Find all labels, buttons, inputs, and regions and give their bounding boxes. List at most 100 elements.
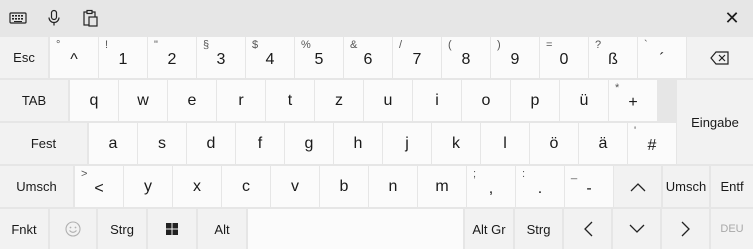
- key-p[interactable]: p: [511, 80, 559, 121]
- key-n[interactable]: n: [369, 166, 417, 207]
- keyboard-layout-icon[interactable]: [6, 6, 30, 30]
- key-label: 2: [167, 50, 177, 68]
- key-shift-left[interactable]: Umsch: [0, 166, 73, 207]
- key-label: q: [89, 91, 99, 109]
- key-1[interactable]: ! 1: [99, 37, 147, 78]
- key-sym[interactable]: ' #: [628, 123, 676, 164]
- key-label: ^: [70, 50, 78, 68]
- key-c[interactable]: c: [222, 166, 270, 207]
- key-h[interactable]: h: [334, 123, 382, 164]
- key-alt[interactable]: Alt: [198, 209, 246, 249]
- key-sym[interactable]: > <: [75, 166, 123, 207]
- backspace-key[interactable]: [687, 37, 753, 78]
- key-a[interactable]: a: [89, 123, 137, 164]
- microphone-icon[interactable]: [42, 6, 66, 30]
- key-sym[interactable]: ö: [530, 123, 578, 164]
- key-sym[interactable]: _ -: [565, 166, 613, 207]
- key-w[interactable]: w: [119, 80, 167, 121]
- emoji-key[interactable]: [50, 209, 96, 249]
- key-caps-lock[interactable]: Fest: [0, 123, 87, 164]
- key-label: Umsch: [16, 179, 57, 194]
- key-sym[interactable]: ? ß: [589, 37, 637, 78]
- key-q[interactable]: q: [70, 80, 118, 121]
- key-label: w: [137, 91, 149, 109]
- key-b[interactable]: b: [320, 166, 368, 207]
- arrow-up-key[interactable]: [614, 166, 661, 207]
- key-label: ö: [549, 134, 559, 152]
- language-key[interactable]: DEU: [711, 209, 753, 249]
- key-u[interactable]: u: [364, 80, 412, 121]
- key-r[interactable]: r: [217, 80, 265, 121]
- key-shift-right[interactable]: Umsch: [663, 166, 709, 207]
- key-s[interactable]: s: [138, 123, 186, 164]
- key-y[interactable]: y: [124, 166, 172, 207]
- key-label: r: [238, 91, 244, 109]
- key-label: e: [187, 91, 197, 109]
- chevron-down-icon: [613, 209, 660, 249]
- close-icon[interactable]: ✕: [720, 6, 744, 30]
- key-sym[interactable]: ü: [560, 80, 608, 121]
- clipboard-icon[interactable]: [78, 6, 102, 30]
- space-bar[interactable]: [248, 209, 463, 249]
- key-7[interactable]: /7: [393, 37, 441, 78]
- key-0[interactable]: = 0: [540, 37, 588, 78]
- keyboard-toolbar: ✕: [0, 0, 753, 36]
- enter-key[interactable]: Eingabe: [677, 80, 753, 164]
- key-v[interactable]: v: [271, 166, 319, 207]
- key-label: Eingabe: [691, 114, 739, 130]
- key-i[interactable]: i: [413, 80, 461, 121]
- key-9[interactable]: ) 9: [491, 37, 539, 78]
- key-o[interactable]: o: [462, 80, 510, 121]
- key-label: g: [304, 134, 314, 152]
- key-3[interactable]: § 3: [197, 37, 245, 78]
- key-fn[interactable]: Fnkt: [0, 209, 48, 249]
- key-t[interactable]: t: [266, 80, 314, 121]
- windows-key[interactable]: [148, 209, 196, 249]
- key-l[interactable]: l: [481, 123, 529, 164]
- key-g[interactable]: g: [285, 123, 333, 164]
- key-f[interactable]: f: [236, 123, 284, 164]
- key-label: p: [530, 91, 540, 109]
- key-k[interactable]: k: [432, 123, 480, 164]
- key-j[interactable]: j: [383, 123, 431, 164]
- arrow-left-key[interactable]: [564, 209, 611, 249]
- key-label: 4: [265, 50, 275, 68]
- key-label: [248, 209, 463, 249]
- key-label: l: [503, 134, 507, 152]
- key-sym[interactable]: ° ^: [50, 37, 98, 78]
- key-sym[interactable]: ä: [579, 123, 627, 164]
- arrow-down-key[interactable]: [613, 209, 660, 249]
- key-alt-gr[interactable]: Alt Gr: [465, 209, 513, 249]
- key-label: -: [586, 179, 592, 197]
- key-sym[interactable]: :.: [516, 166, 564, 207]
- key-label: Fnkt: [11, 221, 37, 237]
- key-label: o: [481, 91, 491, 109]
- key-z[interactable]: z: [315, 80, 363, 121]
- key-m[interactable]: m: [418, 166, 466, 207]
- key-label: b: [339, 177, 349, 195]
- key-4[interactable]: $4: [246, 37, 294, 78]
- windows-icon: [148, 209, 196, 249]
- key-ctrl-left[interactable]: Strg: [98, 209, 146, 249]
- key-e[interactable]: e: [168, 80, 216, 121]
- key-ctrl-right[interactable]: Strg: [515, 209, 562, 249]
- key-label: +: [628, 93, 638, 111]
- arrow-right-key[interactable]: [662, 209, 709, 249]
- key-delete[interactable]: Entf: [711, 166, 753, 207]
- key-label: Fest: [30, 136, 57, 151]
- key-5[interactable]: % 5: [295, 37, 343, 78]
- key-tab[interactable]: TAB: [0, 80, 68, 121]
- key-8[interactable]: (8: [442, 37, 490, 78]
- key-label: i: [435, 91, 439, 109]
- key-esc[interactable]: Esc: [0, 37, 48, 78]
- key-2[interactable]: " 2: [148, 37, 196, 78]
- key-d[interactable]: d: [187, 123, 235, 164]
- key-6[interactable]: & 6: [344, 37, 392, 78]
- key-label: ü: [579, 91, 589, 109]
- key-sym[interactable]: * +: [609, 80, 657, 121]
- key-x[interactable]: x: [173, 166, 221, 207]
- key-sym[interactable]: ;,: [467, 166, 515, 207]
- key-label: m: [435, 177, 449, 195]
- key-label: 3: [216, 50, 226, 68]
- key-sym[interactable]: ` ´: [638, 37, 686, 78]
